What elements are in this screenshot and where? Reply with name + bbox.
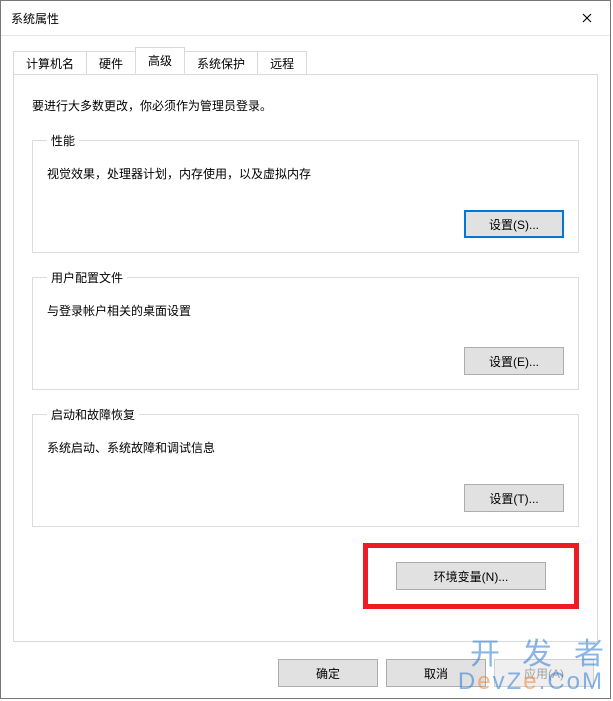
user-profiles-desc: 与登录帐户相关的桌面设置 — [47, 302, 564, 319]
user-profiles-button-row: 设置(E)... — [47, 347, 564, 375]
performance-group: 性能 视觉效果，处理器计划，内存使用，以及虚拟内存 设置(S)... — [32, 132, 579, 253]
tab-remote[interactable]: 远程 — [257, 51, 307, 75]
startup-recovery-legend: 启动和故障恢复 — [47, 406, 139, 423]
tab-label: 计算机名 — [26, 55, 74, 72]
startup-recovery-button-row: 设置(T)... — [47, 484, 564, 512]
user-profiles-group: 用户配置文件 与登录帐户相关的桌面设置 设置(E)... — [32, 269, 579, 390]
dialog-footer: 确定 取消 应用(A) — [1, 648, 610, 698]
close-button[interactable] — [564, 2, 610, 34]
tab-panel: 要进行大多数更改，你必须作为管理员登录。 性能 视觉效果，处理器计划，内存使用，… — [13, 74, 598, 642]
tab-advanced[interactable]: 高级 — [135, 47, 185, 74]
user-profiles-settings-button[interactable]: 设置(E)... — [464, 347, 564, 375]
client-area: 计算机名 硬件 高级 系统保护 远程 要进行大多数更改，你必须作为管理员登录。 … — [1, 36, 610, 698]
environment-variables-button[interactable]: 环境变量(N)... — [396, 562, 546, 590]
startup-recovery-settings-button[interactable]: 设置(T)... — [464, 484, 564, 512]
tab-computer-name[interactable]: 计算机名 — [13, 51, 87, 75]
tab-hardware[interactable]: 硬件 — [86, 51, 136, 75]
performance-settings-button[interactable]: 设置(S)... — [464, 210, 564, 238]
startup-recovery-group: 启动和故障恢复 系统启动、系统故障和调试信息 设置(T)... — [32, 406, 579, 527]
tab-label: 硬件 — [99, 55, 123, 72]
tab-label: 远程 — [270, 55, 294, 72]
tab-label: 系统保护 — [197, 55, 245, 72]
startup-recovery-desc: 系统启动、系统故障和调试信息 — [47, 439, 564, 456]
ok-button[interactable]: 确定 — [278, 659, 378, 687]
titlebar: 系统属性 — [1, 1, 610, 36]
window-title: 系统属性 — [11, 10, 59, 27]
performance-desc: 视觉效果，处理器计划，内存使用，以及虚拟内存 — [47, 165, 564, 182]
env-vars-row: 环境变量(N)... — [32, 543, 579, 609]
user-profiles-legend: 用户配置文件 — [47, 269, 127, 286]
admin-required-text: 要进行大多数更改，你必须作为管理员登录。 — [32, 97, 579, 114]
advanced-panel: 要进行大多数更改，你必须作为管理员登录。 性能 视觉效果，处理器计划，内存使用，… — [14, 75, 597, 641]
env-vars-highlight: 环境变量(N)... — [363, 543, 579, 609]
system-properties-window: 系统属性 计算机名 硬件 高级 系统保护 远程 要进行大多数更改，你必须作为管理… — [0, 0, 611, 699]
performance-button-row: 设置(S)... — [47, 210, 564, 238]
tab-system-protection[interactable]: 系统保护 — [184, 51, 258, 75]
close-icon — [582, 13, 592, 23]
apply-button[interactable]: 应用(A) — [494, 659, 594, 687]
tab-strip: 计算机名 硬件 高级 系统保护 远程 — [13, 50, 598, 74]
performance-legend: 性能 — [47, 132, 79, 149]
tab-label: 高级 — [148, 52, 172, 69]
cancel-button[interactable]: 取消 — [386, 659, 486, 687]
